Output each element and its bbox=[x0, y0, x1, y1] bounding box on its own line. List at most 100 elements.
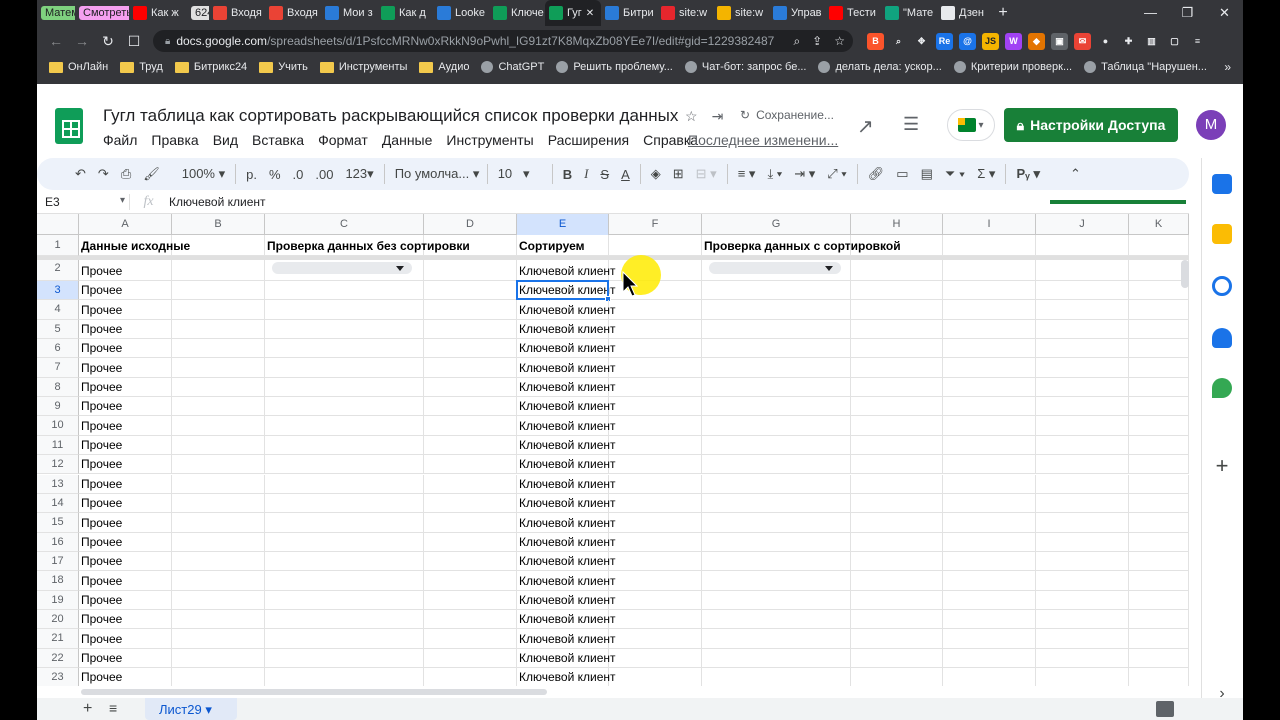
cell-g23[interactable] bbox=[702, 668, 851, 686]
tab-4[interactable]: Входя bbox=[209, 0, 265, 26]
row-header[interactable]: 4 bbox=[37, 300, 79, 320]
cell-c6[interactable] bbox=[265, 339, 424, 358]
maps-icon[interactable] bbox=[1212, 378, 1232, 398]
cell-i8[interactable] bbox=[943, 377, 1036, 397]
tab-14[interactable]: Управ bbox=[769, 0, 825, 26]
align-left-icon[interactable]: ≡ ▾ bbox=[732, 166, 762, 182]
cell-h17[interactable] bbox=[851, 551, 943, 571]
row-header[interactable]: 1 bbox=[37, 235, 79, 256]
cell-b14[interactable] bbox=[172, 493, 265, 513]
cell-k7[interactable] bbox=[1129, 358, 1189, 377]
badge-ext-icon[interactable]: ▣ bbox=[1051, 32, 1068, 50]
row-header[interactable]: 3 bbox=[37, 281, 79, 301]
cell-e5[interactable]: Ключевой клиент bbox=[517, 319, 616, 339]
cell-d12[interactable] bbox=[424, 455, 517, 474]
last-edit-link[interactable]: Последнее изменени... bbox=[688, 132, 838, 148]
cell-i17[interactable] bbox=[943, 551, 1036, 571]
cell-g10[interactable] bbox=[702, 416, 851, 435]
cell-b4[interactable] bbox=[172, 300, 265, 319]
column-header-i[interactable]: I bbox=[943, 214, 1036, 235]
bookmark-9[interactable]: делать дела: ускор... bbox=[818, 61, 942, 73]
cell-h22[interactable] bbox=[851, 648, 943, 667]
cell-j5[interactable] bbox=[1036, 319, 1129, 339]
cell-g17[interactable] bbox=[702, 551, 851, 571]
bookmark-6[interactable]: ChatGPT bbox=[481, 61, 544, 73]
cell-k18[interactable] bbox=[1129, 571, 1189, 590]
cell-d13[interactable] bbox=[424, 474, 517, 493]
sheet-tab-active[interactable]: Лист29 ▾ bbox=[145, 698, 237, 720]
row-header[interactable]: 11 bbox=[37, 435, 79, 456]
column-header-a[interactable]: A bbox=[79, 214, 172, 235]
redo-icon[interactable]: ↷ bbox=[92, 166, 115, 182]
tab-13[interactable]: site:w bbox=[713, 0, 769, 26]
cell-b3[interactable] bbox=[172, 281, 265, 300]
cell-i15[interactable] bbox=[943, 513, 1036, 532]
cell-j12[interactable] bbox=[1036, 455, 1129, 474]
cell-k11[interactable] bbox=[1129, 435, 1189, 455]
cell-e20[interactable]: Ключевой клиент bbox=[517, 609, 616, 629]
paint-format-icon[interactable]: 🖌︎ bbox=[137, 166, 166, 182]
cell-g15[interactable] bbox=[702, 513, 851, 532]
font-select[interactable]: По умолча... ▾ bbox=[389, 166, 483, 182]
cell-d21[interactable] bbox=[424, 629, 517, 648]
cell-f8[interactable] bbox=[609, 377, 702, 397]
cell-i19[interactable] bbox=[943, 590, 1036, 609]
cell-f9[interactable] bbox=[609, 397, 702, 416]
cell-i20[interactable] bbox=[943, 609, 1036, 629]
input-tools-icon[interactable]: Pᵧ ▾ bbox=[1010, 166, 1046, 182]
bookmark-2[interactable]: Битрикс24 bbox=[174, 61, 247, 73]
cell-k15[interactable] bbox=[1129, 513, 1189, 532]
cell-b22[interactable] bbox=[172, 648, 265, 667]
cell-j8[interactable] bbox=[1036, 377, 1129, 397]
cell-a20[interactable]: Прочее bbox=[79, 609, 172, 629]
cell-i22[interactable] bbox=[943, 648, 1036, 667]
bookmark-0[interactable]: ОнЛайн bbox=[49, 61, 108, 73]
frozen-row-divider[interactable] bbox=[37, 256, 1189, 260]
cell-c17[interactable] bbox=[265, 551, 424, 571]
cell-g8[interactable] bbox=[702, 377, 851, 397]
cell-i5[interactable] bbox=[943, 319, 1036, 339]
tab-11[interactable]: Битри bbox=[601, 0, 657, 26]
font-size-select[interactable]: 10 ▾ bbox=[492, 166, 548, 182]
cell-k9[interactable] bbox=[1129, 397, 1189, 416]
bold-icon[interactable]: B bbox=[557, 167, 578, 182]
row-header[interactable]: 22 bbox=[37, 648, 79, 668]
cell-b11[interactable] bbox=[172, 435, 265, 455]
cell-a13[interactable]: Прочее bbox=[79, 474, 172, 493]
cell-d8[interactable] bbox=[424, 377, 517, 397]
cell-f13[interactable] bbox=[609, 474, 702, 493]
cell-h13[interactable] bbox=[851, 474, 943, 493]
decrease-decimal-button[interactable]: .0 bbox=[287, 167, 310, 182]
cell-j4[interactable] bbox=[1036, 300, 1129, 319]
cell-a14[interactable]: Прочее bbox=[79, 493, 172, 513]
link-icon[interactable]: 🔗︎ bbox=[862, 166, 891, 182]
bookmarks-overflow-icon[interactable]: » bbox=[1224, 56, 1231, 78]
cell-k23[interactable] bbox=[1129, 668, 1189, 686]
cell-k6[interactable] bbox=[1129, 339, 1189, 358]
valign-bottom-icon[interactable]: ⤓ ▾ bbox=[761, 166, 788, 182]
cell-g16[interactable] bbox=[702, 532, 851, 551]
browser-menu-icon[interactable]: ≡ bbox=[1189, 33, 1206, 50]
cell-a8[interactable]: Прочее bbox=[79, 377, 172, 397]
cell-b21[interactable] bbox=[172, 629, 265, 648]
cell-d7[interactable] bbox=[424, 358, 517, 377]
cell-c7[interactable] bbox=[265, 358, 424, 377]
cell-c20[interactable] bbox=[265, 609, 424, 629]
cell-k19[interactable] bbox=[1129, 590, 1189, 609]
cell-e21[interactable]: Ключевой клиент bbox=[517, 629, 616, 648]
cell-e13[interactable]: Ключевой клиент bbox=[517, 474, 616, 493]
cell-j23[interactable] bbox=[1036, 668, 1129, 686]
cell-h10[interactable] bbox=[851, 416, 943, 435]
cell-b13[interactable] bbox=[172, 474, 265, 493]
cell-i23[interactable] bbox=[943, 668, 1036, 686]
cell-f18[interactable] bbox=[609, 571, 702, 590]
cell-e23[interactable]: Ключевой клиент bbox=[517, 668, 616, 686]
formula-input[interactable]: Ключевой клиент bbox=[167, 195, 266, 209]
cell-i12[interactable] bbox=[943, 455, 1036, 474]
address-bar[interactable]: 🔒︎ docs.google.com /spreadsheets/d/1Psfc… bbox=[153, 30, 853, 52]
row-header[interactable]: 15 bbox=[37, 513, 79, 533]
column-header-j[interactable]: J bbox=[1036, 214, 1129, 235]
cell-k5[interactable] bbox=[1129, 319, 1189, 339]
re-ext-icon[interactable]: Re bbox=[936, 32, 953, 50]
cell-h11[interactable] bbox=[851, 435, 943, 455]
